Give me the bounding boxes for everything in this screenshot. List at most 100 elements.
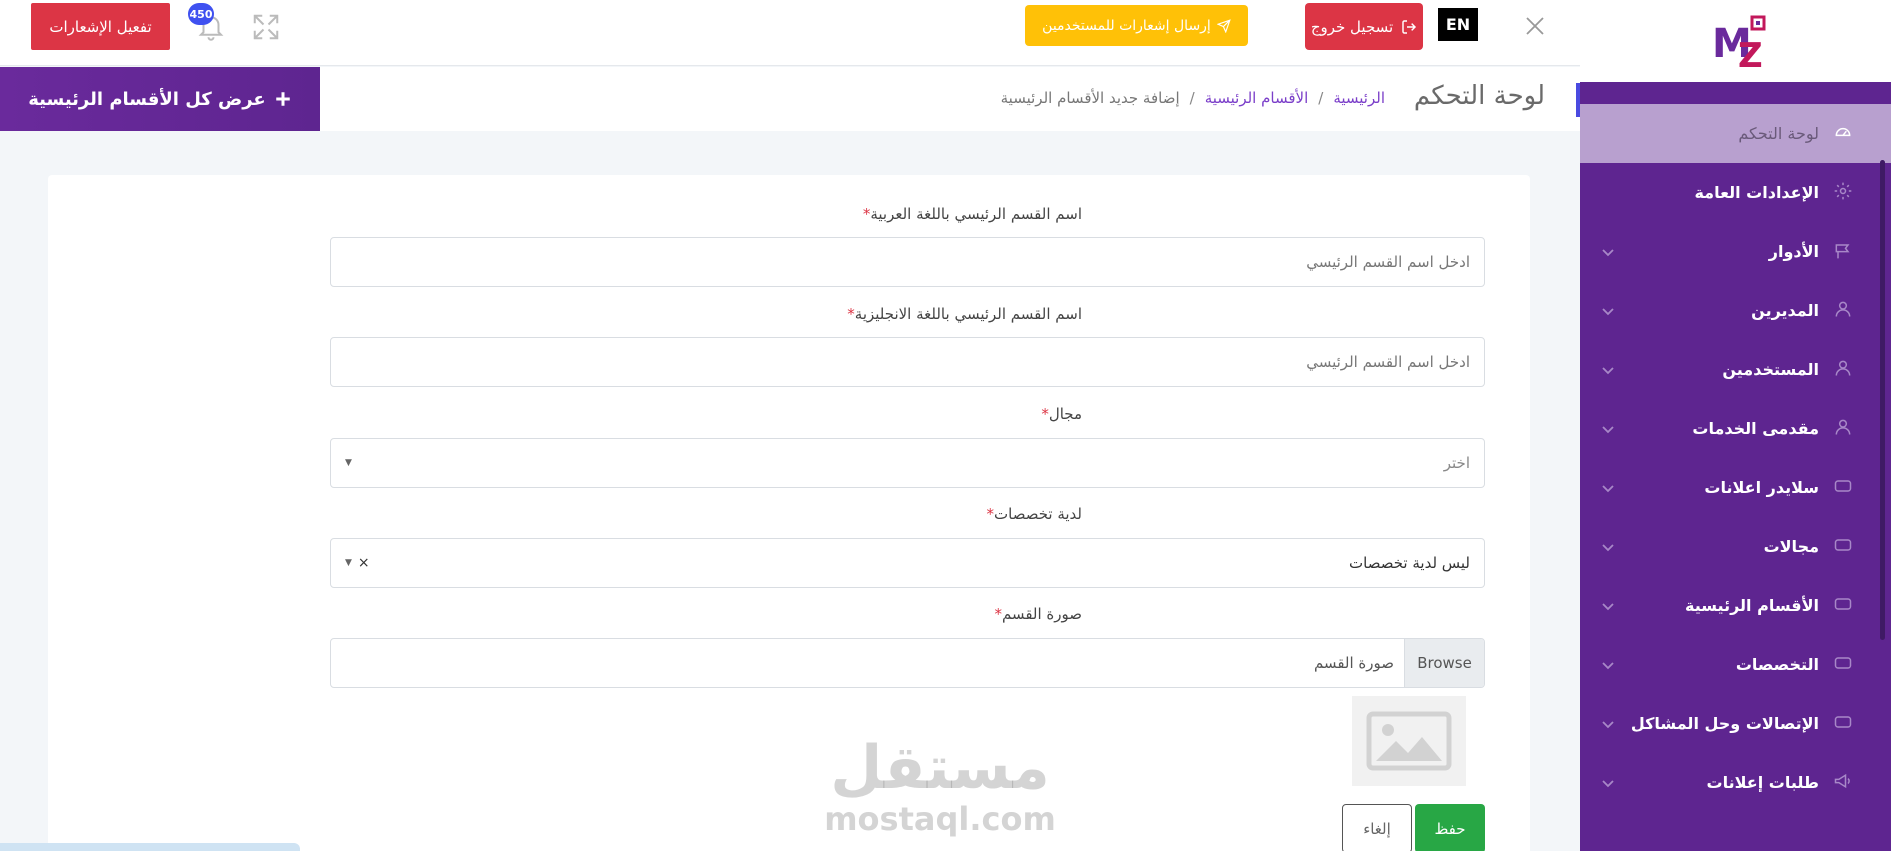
sidebar-item-dashboard[interactable]: لوحة التحكم (1580, 104, 1891, 163)
sidebar-item-label: المستخدمين (1722, 360, 1819, 379)
sidebar-item-label: الأدوار (1768, 242, 1819, 261)
sidebar-item-label: الإتصالات وحل المشاكل (1630, 714, 1819, 733)
logout-label: تسجيل خروج (1310, 17, 1394, 36)
chevron-down-icon (1602, 544, 1614, 552)
view-all-sections-button[interactable]: عرض كل الأقسام الرئيسية (0, 67, 320, 131)
has-specialties-select[interactable]: ليس لدية تخصصات ▼ × (330, 538, 1485, 588)
sidebar-item-label: طلبات إعلانات (1706, 773, 1819, 792)
image-label-text: صورة القسم (1001, 605, 1082, 623)
required-mark: * (1041, 405, 1049, 423)
user-icon (1835, 301, 1851, 317)
sidebar-item-label: التخصصات (1735, 655, 1819, 674)
send-notifications-button[interactable]: إرسال إشعارات للمستخدمين (1025, 5, 1248, 46)
sidebar-item-roles[interactable]: الأدوار (1580, 222, 1891, 281)
language-switch-button[interactable]: EN (1438, 8, 1478, 41)
sidebar-item-general-settings[interactable]: الإعدادات العامة (1580, 163, 1891, 222)
chevron-down-icon (1602, 721, 1614, 729)
sidebar-nav: لوحة التحكم الإعدادات العامة الأدوار الم… (1580, 104, 1891, 812)
chevron-down-icon: ▼ (345, 458, 352, 468)
chevron-down-icon (1602, 485, 1614, 493)
mz-logo-icon[interactable]: M Z (1710, 13, 1768, 71)
fullscreen-icon[interactable] (251, 12, 281, 42)
sidebar-item-label: مقدمى الخدمات (1692, 419, 1819, 438)
sidebar-item-fields[interactable]: مجالات (1580, 517, 1891, 576)
bottom-scroll-strip (0, 843, 300, 851)
user-icon (1835, 419, 1851, 435)
has-specialties-label-text: لدية تخصصات (994, 505, 1082, 523)
sidebar-item-main-sections[interactable]: الأقسام الرئيسية (1580, 576, 1891, 635)
form-card: اسم القسم الرئيسي باللغة العربية* اسم ال… (48, 175, 1530, 851)
sidebar-item-label: الإعدادات العامة (1694, 183, 1819, 202)
sidebar-item-label: المديرين (1751, 301, 1819, 320)
breadcrumb-separator: / (1318, 89, 1324, 107)
chevron-down-icon (1602, 249, 1614, 257)
sidebar-item-managers[interactable]: المديرين (1580, 281, 1891, 340)
card-icon (1834, 480, 1852, 492)
chevron-down-icon (1602, 603, 1614, 611)
image-file-input[interactable]: Browse صورة القسم (330, 638, 1485, 688)
logout-button[interactable]: تسجيل خروج (1305, 3, 1423, 50)
sidebar-item-label: لوحة التحكم (1738, 124, 1819, 143)
chevron-down-icon (1602, 780, 1614, 788)
chevron-down-icon (1602, 308, 1614, 316)
has-specialties-label: لدية تخصصات* (987, 505, 1083, 523)
sidebar-item-label: الأقسام الرئيسية (1685, 596, 1819, 615)
svg-text:Z: Z (1738, 36, 1763, 71)
chevron-down-icon (1602, 662, 1614, 670)
sidebar-item-users[interactable]: المستخدمين (1580, 340, 1891, 399)
sidebar-scrollbar[interactable] (1880, 160, 1885, 640)
activate-notifications-button[interactable]: تفعيل الإشعارات (31, 3, 170, 50)
image-placeholder-icon (1366, 711, 1452, 771)
sidebar-item-service-providers[interactable]: مقدمى الخدمات (1580, 399, 1891, 458)
chevron-down-icon (1602, 367, 1614, 375)
sidebar-item-specialties[interactable]: التخصصات (1580, 635, 1891, 694)
name-ar-input[interactable] (330, 237, 1485, 287)
sidebar-item-ad-requests[interactable]: طلبات إعلانات (1580, 753, 1891, 812)
has-specialties-value: ليس لدية تخصصات (1349, 554, 1470, 572)
cancel-button[interactable]: إلغاء (1342, 804, 1412, 851)
sidebar-item-label: سلايدر اعلانات (1704, 478, 1819, 497)
sign-out-icon (1402, 19, 1417, 34)
browse-button[interactable]: Browse (1404, 639, 1484, 687)
view-all-sections-label: عرض كل الأقسام الرئيسية (28, 88, 266, 110)
required-mark: * (847, 305, 855, 323)
watermark: مستقل mostaql.com (820, 735, 1060, 837)
required-mark: * (994, 605, 1002, 623)
card-icon (1834, 716, 1852, 728)
image-label: صورة القسم* (994, 605, 1082, 623)
paper-plane-icon (1216, 18, 1231, 33)
card-icon (1834, 657, 1852, 669)
clear-selection-icon[interactable]: × (358, 555, 370, 571)
sidebar-item-ad-slider[interactable]: سلايدر اعلانات (1580, 458, 1891, 517)
notification-count-badge: 450 (188, 3, 214, 25)
plus-icon (275, 92, 290, 106)
sidebar-item-label: مجالات (1763, 537, 1819, 556)
sidebar-item-contacts[interactable]: الإتصالات وحل المشاكل (1580, 694, 1891, 753)
file-input-text: صورة القسم (1313, 654, 1394, 672)
watermark-arabic: مستقل (830, 733, 1050, 803)
name-en-input[interactable] (330, 337, 1485, 387)
send-notifications-label: إرسال إشعارات للمستخدمين (1042, 17, 1211, 34)
breadcrumb-separator: / (1189, 89, 1195, 107)
card-icon (1834, 598, 1852, 610)
name-ar-label: اسم القسم الرئيسي باللغة العربية* (863, 205, 1082, 223)
name-en-label-text: اسم القسم الرئيسي باللغة الانجليزية (854, 305, 1082, 323)
close-icon[interactable] (1523, 14, 1547, 38)
watermark-english: mostaql.com (824, 800, 1056, 838)
save-button[interactable]: حفظ (1415, 804, 1485, 851)
user-icon (1835, 360, 1851, 376)
chevron-down-icon (1602, 426, 1614, 434)
page-title: لوحة التحكم (1413, 81, 1545, 111)
activate-notifications-label: تفعيل الإشعارات (49, 17, 152, 36)
megaphone-icon (1834, 773, 1850, 789)
gear-icon (1834, 182, 1852, 200)
pin-icon (1835, 244, 1850, 259)
sidebar: M Z لوحة التحكم الإعدادات العامة الأدوار… (1580, 0, 1891, 851)
breadcrumb-sections-link[interactable]: الأقسام الرئيسية (1205, 89, 1309, 107)
field-select[interactable]: اختر ▼ (330, 438, 1485, 488)
breadcrumb: إضافة جديد الأقسام الرئيسية / الأقسام ال… (1001, 89, 1385, 107)
field-select-placeholder: اختر (1443, 454, 1470, 472)
breadcrumb-home-link[interactable]: الرئيسية (1333, 89, 1385, 107)
sidebar-logo-area: M Z (1580, 0, 1891, 82)
top-header: تفعيل الإشعارات 450 إرسال إشعارات للمستخ… (0, 0, 1580, 66)
